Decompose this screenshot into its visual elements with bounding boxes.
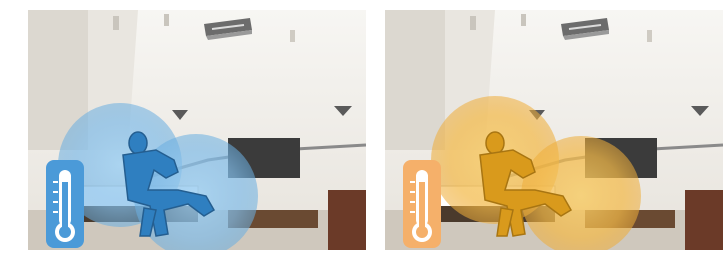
illustration-stage [0,0,723,260]
cabinet [328,190,366,250]
ceiling-light [164,14,169,26]
ceiling-light [290,30,295,42]
ceiling-light [521,14,526,26]
cabinet [685,190,723,250]
thermometer-icon [46,160,84,248]
heating-panel [385,10,723,250]
ceiling-light [470,16,476,30]
ceiling-light [647,30,652,42]
left-wall-shadow [385,10,445,150]
thermometer-icon [403,160,441,248]
heating-room-scene [385,10,723,250]
cooling-room-scene [28,10,366,250]
ceiling-light [113,16,119,30]
cooling-panel [28,10,366,250]
